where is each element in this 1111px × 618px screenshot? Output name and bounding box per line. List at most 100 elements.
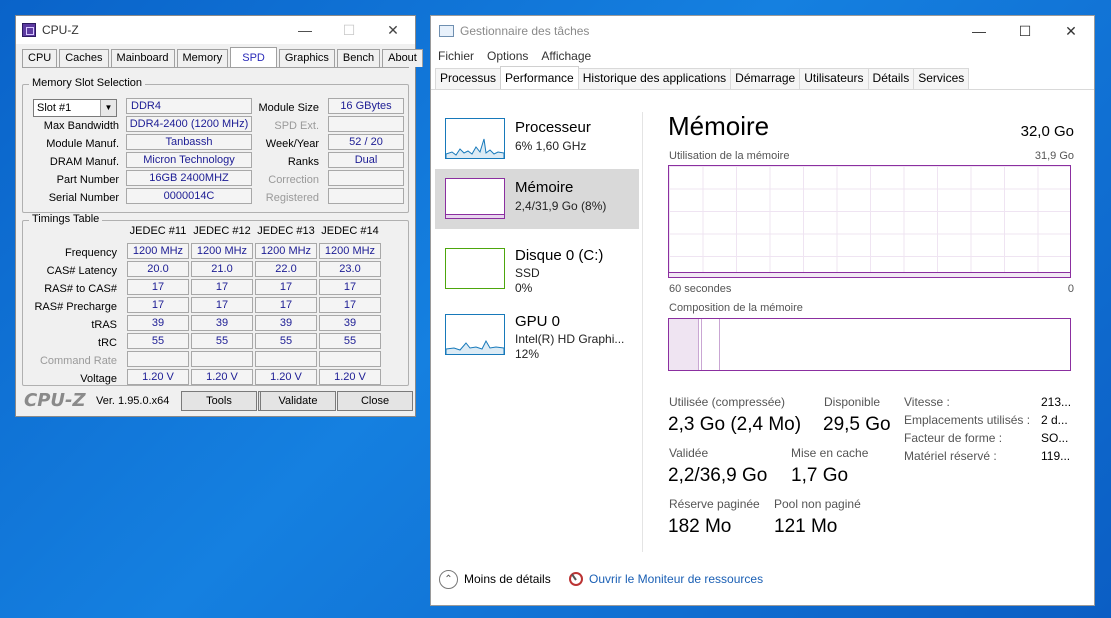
maximize-button: ☐	[342, 21, 356, 38]
available-label: Disponible	[824, 395, 881, 409]
spd-ext-label: SPD Ext.	[274, 120, 319, 132]
cpuz-app-icon	[22, 23, 36, 37]
module-size-label: Module Size	[258, 102, 319, 114]
perf-item-name: Disque 0 (C:)	[515, 247, 604, 264]
memory-type-value: DDR4	[126, 98, 252, 114]
timing-cell: 39	[127, 315, 189, 331]
close-icon[interactable]: ✕	[371, 16, 415, 44]
tab-spd[interactable]: SPD	[230, 47, 277, 67]
pane-divider[interactable]	[642, 112, 643, 552]
tools-button[interactable]: Tools	[181, 391, 257, 411]
tab-performance[interactable]: Performance	[500, 66, 579, 89]
perf-item-name: GPU 0	[515, 313, 561, 330]
cpuz-tabs: CPU Caches Mainboard Memory SPD Graphics…	[22, 47, 423, 68]
tab-processus[interactable]: Processus	[435, 68, 502, 89]
timing-column-header: JEDEC #13	[257, 225, 315, 237]
menu-fichier[interactable]: Fichier	[438, 49, 474, 63]
tab-historique[interactable]: Historique des applications	[577, 68, 732, 89]
tab-details[interactable]: Détails	[867, 68, 915, 89]
tm-titlebar[interactable]: Gestionnaire des tâches — ☐ ✕	[431, 16, 1094, 46]
page-title: Mémoire	[668, 111, 770, 141]
timing-column-header: JEDEC #14	[321, 225, 379, 237]
cpuz-titlebar[interactable]: CPU-Z — ☐ ✕	[16, 16, 415, 44]
timing-cell: 39	[255, 315, 317, 331]
timing-row-label: CAS# Latency	[46, 265, 117, 277]
module-manuf-value: Tanbassh	[126, 134, 252, 150]
tab-cpu[interactable]: CPU	[22, 49, 58, 67]
registered-value	[328, 188, 404, 204]
timings-group-title: Timings Table	[29, 213, 103, 225]
resource-monitor-link[interactable]: Ouvrir le Moniteur de ressources	[589, 572, 763, 586]
timing-row-label: RAS# to CAS#	[44, 283, 117, 295]
minimize-button[interactable]: —	[956, 16, 1002, 46]
perf-item-disque[interactable]: Disque 0 (C:) SSD 0%	[435, 229, 639, 295]
committed-label: Validée	[669, 446, 709, 460]
timings-group: Timings Table JEDEC #11 JEDEC #12 JEDEC …	[22, 213, 409, 386]
timing-cell: 55	[255, 333, 317, 349]
menu-options[interactable]: Options	[487, 49, 528, 63]
speed-value: 213...	[1041, 395, 1072, 409]
perf-item-usage: 0%	[515, 281, 533, 295]
committed-value: 2,2/36,9 Go	[668, 465, 768, 486]
dram-manuf-value: Micron Technology	[126, 152, 252, 168]
tab-demarrage[interactable]: Démarrage	[730, 68, 801, 89]
tab-memory[interactable]: Memory	[176, 49, 229, 67]
timing-cell: 17	[127, 297, 189, 313]
task-manager-icon	[439, 25, 454, 37]
tab-graphics[interactable]: Graphics	[278, 49, 335, 67]
timing-row-label: Frequency	[65, 247, 117, 259]
close-button[interactable]: Close	[337, 391, 413, 411]
minimize-button[interactable]: —	[283, 16, 327, 44]
chevron-up-icon[interactable]: ⌃	[439, 570, 458, 589]
cpu-sparkline	[445, 138, 505, 158]
composition-free	[720, 319, 1070, 370]
max-bandwidth-label: Max Bandwidth	[43, 120, 119, 132]
tab-services[interactable]: Services	[913, 68, 970, 89]
memory-slot-group-title: Memory Slot Selection	[29, 77, 146, 89]
maximize-button[interactable]: ☐	[1002, 16, 1048, 46]
cpuz-brand-logo: CPU-Z	[24, 390, 86, 411]
form-factor-value: SO...	[1041, 431, 1069, 445]
perf-item-detail: SSD	[515, 266, 540, 280]
perf-item-detail: 6% 1,60 GHz	[515, 139, 587, 153]
cpuz-title: CPU-Z	[42, 23, 79, 37]
tab-utilisateurs[interactable]: Utilisateurs	[799, 68, 869, 89]
perf-item-processeur[interactable]: Processeur 6% 1,60 GHz	[435, 109, 639, 169]
timing-cell: 55	[191, 333, 253, 349]
tab-bench[interactable]: Bench	[336, 49, 381, 67]
tm-tabs: Processus Performance Historique des app…	[431, 66, 1094, 90]
perf-item-usage: 12%	[515, 347, 540, 361]
validate-button[interactable]: Validate	[260, 391, 336, 411]
part-number-value: 16GB 2400MHZ	[126, 170, 252, 186]
timing-cell	[255, 351, 317, 367]
dram-manuf-label: DRAM Manuf.	[49, 156, 119, 168]
timing-cell: 1200 MHz	[255, 243, 317, 259]
paged-pool-label: Réserve paginée	[669, 497, 760, 511]
memory-slot-group: Memory Slot Selection Slot #1 ▼ DDR4 Mod…	[22, 77, 409, 213]
timing-row-label: RAS# Precharge	[34, 301, 117, 313]
timing-cell: 1200 MHz	[319, 243, 381, 259]
tab-caches[interactable]: Caches	[59, 49, 109, 67]
timing-row-label: tRAS	[91, 319, 117, 331]
memory-usage-fill	[669, 272, 1070, 277]
menu-affichage[interactable]: Affichage	[541, 49, 591, 63]
timing-cell	[191, 351, 253, 367]
perf-item-detail: 2,4/31,9 Go (8%)	[515, 199, 607, 213]
timing-column-header: JEDEC #12	[193, 225, 251, 237]
close-icon[interactable]: ✕	[1048, 16, 1094, 46]
cpu-mini-graph	[445, 118, 505, 159]
hardware-reserved-label: Matériel réservé :	[904, 449, 997, 463]
timing-cell: 1.20 V	[255, 369, 317, 385]
timing-column-header: JEDEC #11	[129, 225, 187, 237]
tab-mainboard[interactable]: Mainboard	[110, 49, 175, 67]
tab-about[interactable]: About	[382, 49, 423, 67]
timing-cell: 17	[191, 279, 253, 295]
timing-cell: 1.20 V	[127, 369, 189, 385]
fewer-details-link[interactable]: Moins de détails	[464, 572, 551, 586]
chevron-down-icon[interactable]: ▼	[100, 100, 116, 116]
perf-item-detail: Intel(R) HD Graphi...	[515, 332, 625, 346]
perf-item-memoire[interactable]: Mémoire 2,4/31,9 Go (8%)	[435, 169, 639, 229]
slot-dropdown[interactable]: Slot #1 ▼	[33, 99, 117, 117]
timing-cell: 17	[319, 279, 381, 295]
perf-item-gpu[interactable]: GPU 0 Intel(R) HD Graphi... 12%	[435, 295, 639, 361]
